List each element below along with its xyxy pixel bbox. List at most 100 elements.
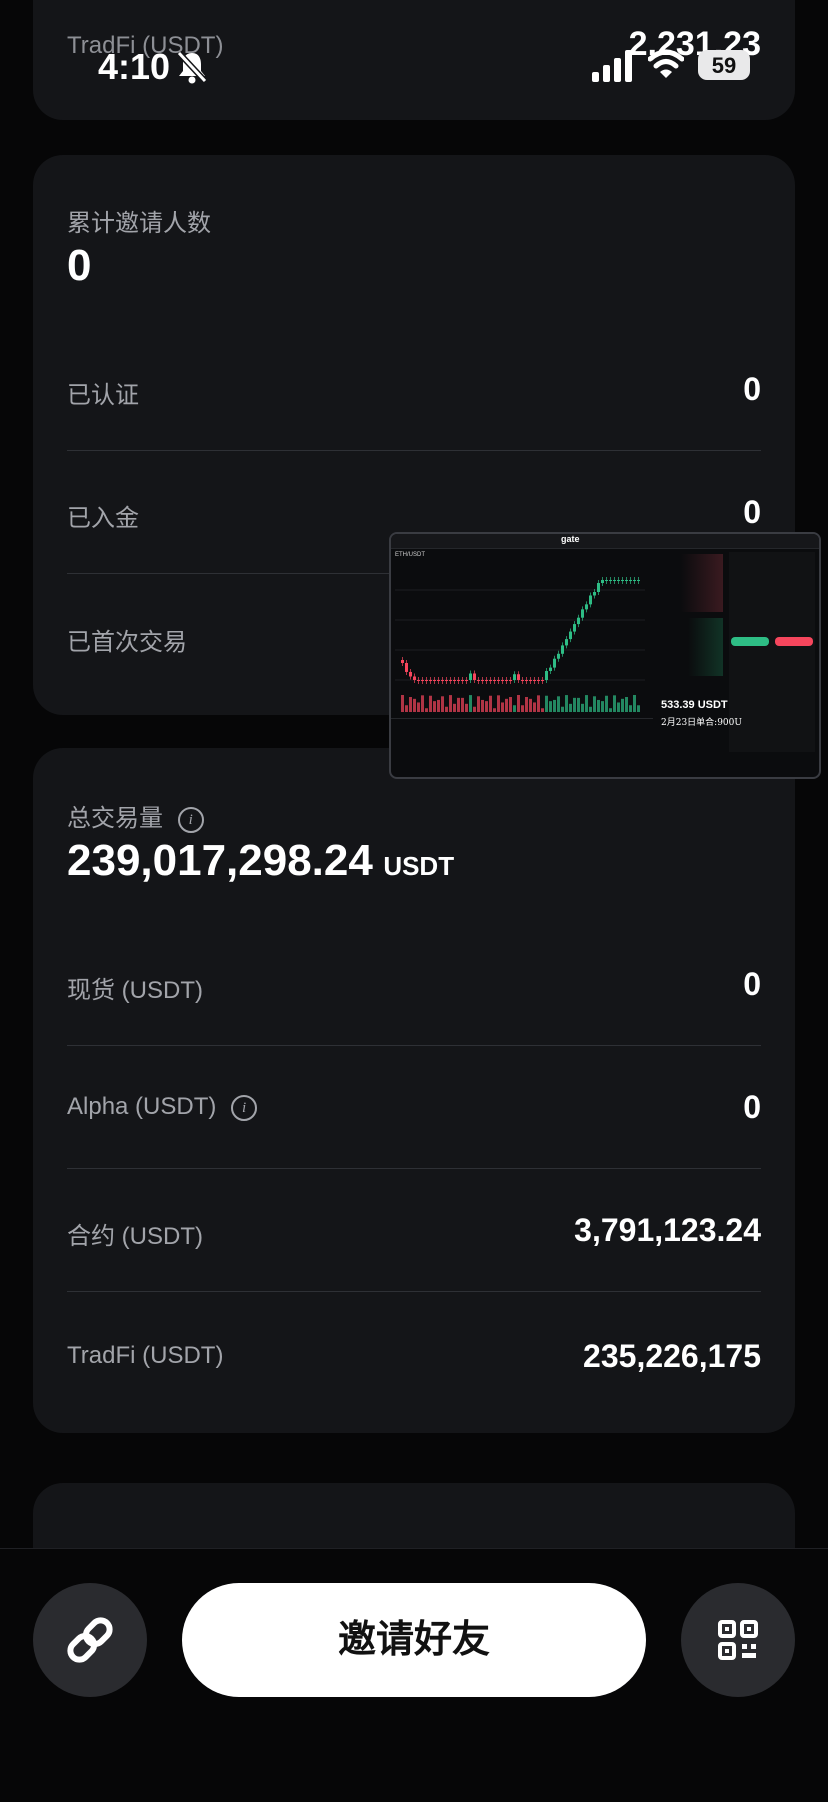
- volume-bar: [605, 695, 608, 712]
- volume-bar: [501, 702, 504, 712]
- volume-bar: [469, 695, 472, 712]
- volume-bar: [521, 705, 524, 712]
- volume-bar: [577, 697, 580, 712]
- candle-body: [501, 680, 504, 681]
- tradfi-label: TradFi (USDT): [67, 32, 224, 59]
- candle-body: [597, 582, 600, 592]
- candle-body: [405, 663, 408, 672]
- info-icon[interactable]: i: [231, 1094, 258, 1121]
- orderbook-asks: [653, 554, 723, 612]
- pip-topbar: gate: [391, 534, 819, 549]
- candle-body: [573, 624, 576, 632]
- trading-volume-card: 总交易量 i 239,017,298.24 USDT 现货 (USDT) 0 A…: [33, 748, 795, 1433]
- volume-bar: [593, 696, 596, 712]
- candle-body: [529, 680, 532, 681]
- candle-body: [605, 580, 608, 581]
- volume-bar: [633, 695, 636, 712]
- candle-body: [557, 653, 560, 659]
- volume-bar: [541, 708, 544, 712]
- candle-body: [477, 680, 480, 681]
- candle-body: [517, 674, 520, 680]
- candle-body: [497, 680, 500, 681]
- volume-bar: [573, 697, 576, 712]
- candle-body: [449, 680, 452, 681]
- volume-bar: [485, 701, 488, 712]
- volume-bar: [621, 698, 624, 712]
- divider: [67, 1168, 761, 1169]
- volume-bar: [433, 701, 436, 712]
- volume-bar: [465, 703, 468, 712]
- volume-bar: [601, 701, 604, 712]
- candle-body: [549, 667, 552, 672]
- volume-bar: [437, 699, 440, 712]
- total-invites-label: 累计邀请人数: [67, 210, 211, 237]
- volume-bar: [421, 695, 424, 712]
- total-volume-value: 239,017,298.24: [67, 836, 373, 885]
- candle-body: [437, 680, 440, 681]
- candle-body: [625, 580, 628, 581]
- alpha-volume-label: Alpha (USDT): [67, 1093, 217, 1120]
- candle-body: [413, 676, 416, 680]
- candle-body: [401, 660, 404, 663]
- candle-body: [537, 680, 540, 681]
- trading-screen-overlay[interactable]: gate ETH/USDT 533.39 USDT 2月23日单合:900U: [389, 532, 821, 779]
- volume-bar: [557, 696, 560, 712]
- first-trade-label: 已首次交易: [67, 629, 187, 656]
- candle-body: [493, 680, 496, 681]
- volume-bar: [625, 697, 628, 712]
- total-volume-unit: USDT: [383, 851, 455, 881]
- divider: [67, 1291, 761, 1292]
- candle-body: [445, 680, 448, 681]
- info-icon[interactable]: i: [177, 806, 204, 833]
- candle-body: [577, 617, 580, 625]
- tradfi-volume-value: 235,226,175: [583, 1338, 761, 1374]
- sell-button: [775, 637, 813, 646]
- tradfi-summary-card: TradFi (USDT) 2,231.23: [33, 0, 795, 120]
- candle-body: [633, 580, 636, 581]
- volume-bar: [429, 695, 432, 712]
- candle-body: [485, 680, 488, 681]
- volume-bar: [513, 705, 516, 712]
- volume-bar: [561, 706, 564, 712]
- volume-bar: [461, 697, 464, 712]
- candle-body: [533, 680, 536, 681]
- deposited-value: 0: [743, 494, 761, 530]
- deposited-label: 已入金: [67, 505, 139, 532]
- volume-bar: [493, 708, 496, 712]
- pip-brand: gate: [561, 534, 580, 544]
- volume-bar: [549, 701, 552, 712]
- candle-body: [569, 631, 572, 640]
- volume-bar: [449, 695, 452, 712]
- total-volume-title: 总交易量 i: [67, 798, 204, 833]
- verified-value: 0: [743, 371, 761, 407]
- candle-body: [409, 671, 412, 677]
- volume-bar: [525, 696, 528, 712]
- volume-bar: [565, 695, 568, 712]
- volume-bars: [401, 695, 640, 712]
- total-volume-label: 总交易量: [67, 805, 163, 832]
- invite-friends-button[interactable]: 邀请好友: [182, 1583, 646, 1697]
- total-invites-value: 0: [67, 241, 92, 290]
- volume-bar: [457, 697, 460, 712]
- candle-body: [621, 580, 624, 581]
- volume-bar: [505, 698, 508, 712]
- candle-body: [629, 580, 632, 581]
- candle-body: [589, 595, 592, 605]
- alpha-volume-value: 0: [743, 1089, 761, 1125]
- volume-bar: [553, 699, 556, 712]
- candle-body: [541, 680, 544, 681]
- volume-bar: [617, 702, 620, 712]
- volume-bar: [589, 706, 592, 712]
- qr-code-button[interactable]: [681, 1583, 795, 1697]
- copy-link-button[interactable]: [33, 1583, 147, 1697]
- volume-bar: [481, 699, 484, 712]
- candle-body: [617, 580, 620, 581]
- pip-pair: ETH/USDT: [395, 552, 425, 558]
- candle-body: [457, 680, 460, 681]
- volume-bar: [497, 695, 500, 712]
- volume-bar: [533, 702, 536, 712]
- candle-body: [561, 645, 564, 654]
- candle-body: [441, 680, 444, 681]
- candle-body: [525, 680, 528, 681]
- spot-volume-label: 现货 (USDT): [67, 977, 203, 1004]
